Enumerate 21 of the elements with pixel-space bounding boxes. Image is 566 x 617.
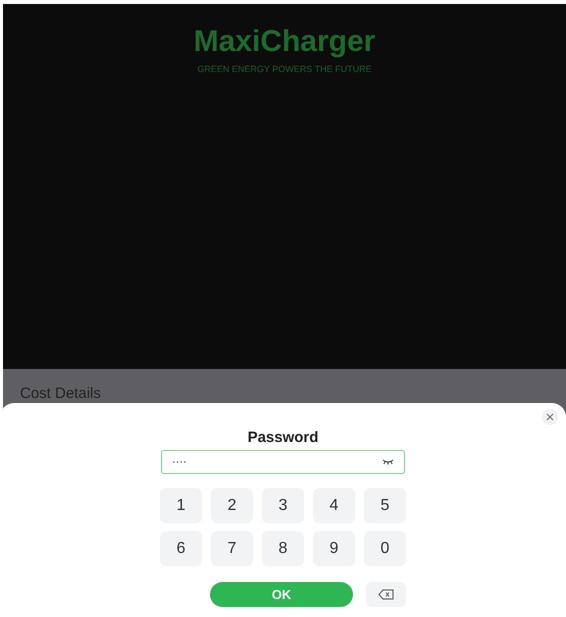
keypad-key[interactable]: 9 bbox=[313, 531, 355, 566]
keypad-key[interactable]: 7 bbox=[211, 531, 253, 566]
eye-closed-icon[interactable] bbox=[382, 459, 394, 465]
section-title: Cost Details bbox=[20, 385, 101, 402]
backspace-icon bbox=[378, 589, 394, 600]
close-icon bbox=[546, 413, 554, 421]
dialog-title: Password bbox=[248, 429, 318, 446]
keypad-key[interactable]: 0 bbox=[364, 531, 406, 566]
password-value: ···· bbox=[172, 456, 187, 468]
brand-logo-text: MaxiCharger bbox=[194, 24, 376, 60]
keypad-key[interactable]: 4 bbox=[313, 488, 355, 523]
keypad-key[interactable]: 5 bbox=[364, 488, 406, 523]
keypad-key[interactable]: 8 bbox=[262, 531, 304, 566]
keypad-key[interactable]: 3 bbox=[262, 488, 304, 523]
keypad-key[interactable]: 1 bbox=[160, 488, 202, 523]
keypad-key[interactable]: 2 bbox=[211, 488, 253, 523]
backspace-button[interactable] bbox=[366, 582, 406, 607]
brand-tagline: GREEN ENERGY POWERS THE FUTURE bbox=[197, 64, 372, 74]
password-field[interactable]: ···· bbox=[161, 450, 405, 474]
close-button[interactable] bbox=[542, 409, 558, 425]
keypad-key[interactable]: 6 bbox=[160, 531, 202, 566]
